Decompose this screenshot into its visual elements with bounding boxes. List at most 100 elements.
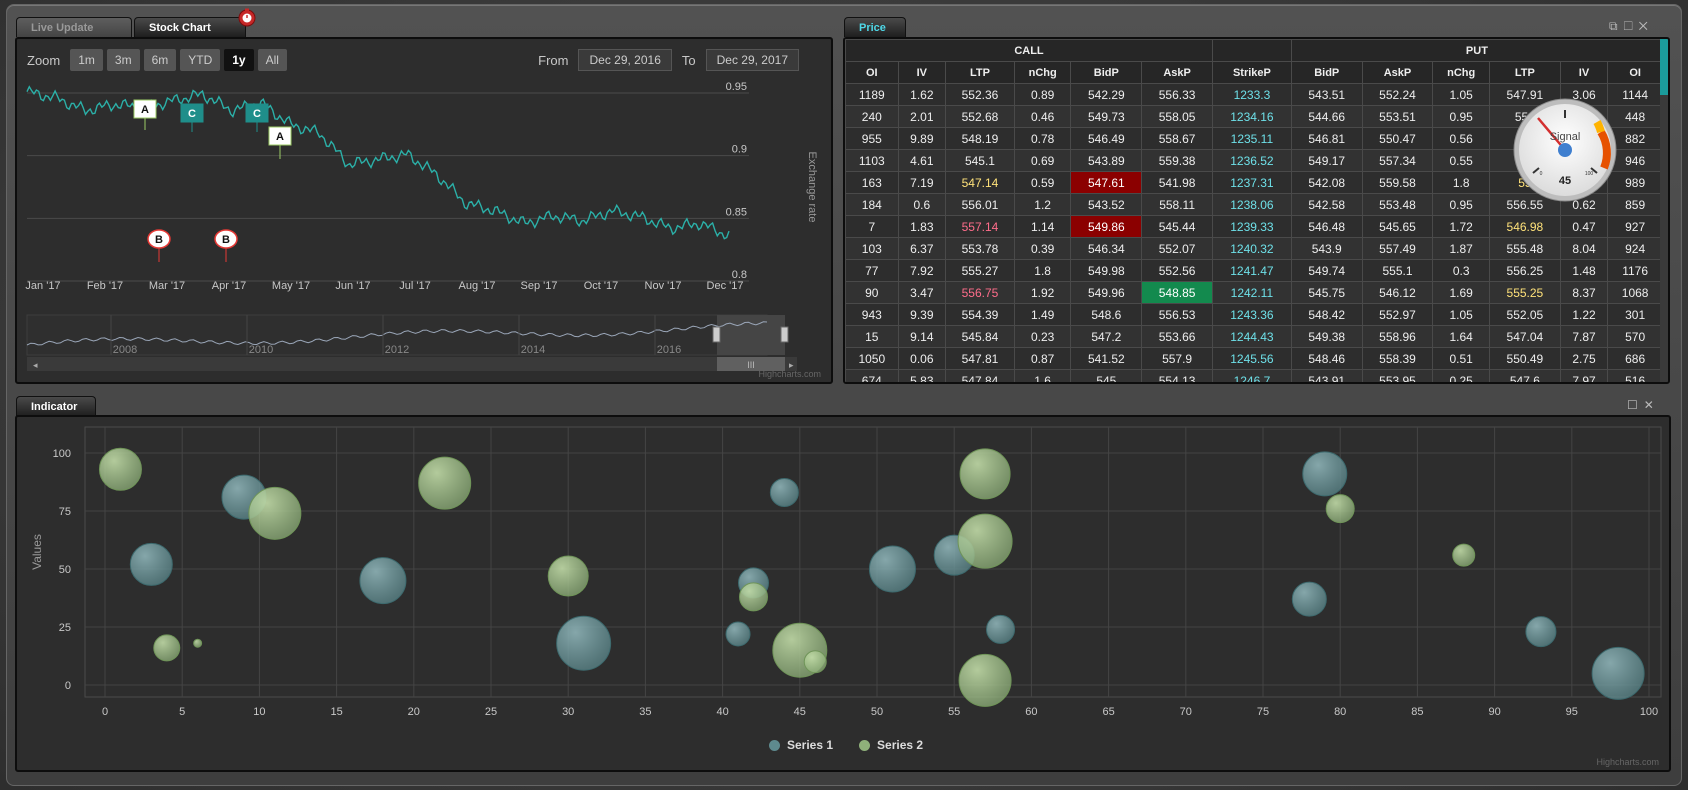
- scrollbar-thumb[interactable]: [1660, 39, 1668, 95]
- maximize-icon[interactable]: ☐: [1627, 398, 1644, 412]
- strike-cell[interactable]: 1241.47: [1211, 259, 1292, 282]
- navigator-handle-right[interactable]: [780, 326, 789, 343]
- scrollbar-track[interactable]: [27, 357, 797, 371]
- table-cell[interactable]: 547.14: [945, 171, 1015, 194]
- table-cell[interactable]: 550.47: [1361, 127, 1434, 150]
- table-cell[interactable]: 1.83: [897, 215, 947, 238]
- table-cell[interactable]: 558.11: [1141, 193, 1213, 216]
- table-cell[interactable]: 549.98: [1070, 259, 1143, 282]
- table-cell[interactable]: 8.37: [1559, 281, 1609, 304]
- table-cell[interactable]: 0.95: [1432, 193, 1490, 216]
- table-cell[interactable]: 9.89: [897, 127, 947, 150]
- table-cell[interactable]: 674: [845, 369, 899, 382]
- table-cell[interactable]: 7.97: [1559, 369, 1609, 382]
- navigator-handle-left[interactable]: [712, 326, 721, 343]
- table-cell[interactable]: 557.49: [1361, 237, 1434, 260]
- table-cell[interactable]: 1.87: [1432, 237, 1490, 260]
- column-header[interactable]: nChg: [1432, 61, 1490, 84]
- table-cell[interactable]: 545.44: [1141, 215, 1213, 238]
- strike-cell[interactable]: 1237.31: [1211, 171, 1292, 194]
- table-cell[interactable]: 0.78: [1013, 127, 1072, 150]
- table-cell[interactable]: 555.48: [1488, 237, 1561, 260]
- table-cell[interactable]: 0.25: [1432, 369, 1490, 382]
- table-cell[interactable]: 545: [1070, 369, 1143, 382]
- table-cell[interactable]: 15: [845, 325, 899, 348]
- table-cell[interactable]: 553.95: [1361, 369, 1434, 382]
- price-grid-scrollbar[interactable]: [1660, 39, 1668, 382]
- table-cell[interactable]: 0.39: [1013, 237, 1072, 260]
- bubble-point[interactable]: [193, 638, 203, 648]
- table-cell[interactable]: 3.47: [897, 281, 947, 304]
- table-cell[interactable]: 553.51: [1361, 105, 1434, 128]
- table-cell[interactable]: 1103: [845, 149, 899, 172]
- table-cell[interactable]: 541.98: [1141, 171, 1213, 194]
- table-cell[interactable]: 556.53: [1141, 303, 1213, 326]
- bubble-point[interactable]: [359, 557, 407, 605]
- table-cell[interactable]: 103: [845, 237, 899, 260]
- strike-cell[interactable]: 1238.06: [1211, 193, 1292, 216]
- table-cell[interactable]: 548.19: [945, 127, 1015, 150]
- table-cell[interactable]: 554.13: [1141, 369, 1213, 382]
- bubble-point[interactable]: [958, 653, 1012, 707]
- column-header[interactable]: AskP: [1141, 61, 1213, 84]
- column-header[interactable]: AskP: [1361, 61, 1434, 84]
- table-cell[interactable]: 545.1: [945, 149, 1015, 172]
- table-cell[interactable]: 552.36: [945, 83, 1015, 106]
- table-cell[interactable]: 1.14: [1013, 215, 1072, 238]
- table-cell[interactable]: 184: [845, 193, 899, 216]
- strike-cell[interactable]: 1245.56: [1211, 347, 1292, 370]
- strike-cell[interactable]: 1242.11: [1211, 281, 1292, 304]
- table-cell[interactable]: 549.38: [1290, 325, 1363, 348]
- tab-stock-chart[interactable]: Stock Chart✕: [134, 17, 246, 54]
- strike-cell[interactable]: 1234.16: [1211, 105, 1292, 128]
- table-cell[interactable]: 240: [845, 105, 899, 128]
- bubble-point[interactable]: [418, 456, 472, 510]
- bubble-point[interactable]: [803, 650, 827, 674]
- table-cell[interactable]: 558.96: [1361, 325, 1434, 348]
- table-cell[interactable]: 547.04: [1488, 325, 1561, 348]
- strike-cell[interactable]: 1244.43: [1211, 325, 1292, 348]
- maximize-icon[interactable]: ☐: [1624, 19, 1639, 33]
- table-cell[interactable]: 570: [1607, 325, 1663, 348]
- column-header[interactable]: BidP: [1070, 61, 1143, 84]
- table-cell[interactable]: 1.8: [1432, 171, 1490, 194]
- table-cell[interactable]: 163: [845, 171, 899, 194]
- table-cell[interactable]: 1.64: [1432, 325, 1490, 348]
- column-header[interactable]: BidP: [1290, 61, 1363, 84]
- table-cell[interactable]: 543.9: [1290, 237, 1363, 260]
- table-cell[interactable]: 556.01: [945, 193, 1015, 216]
- table-cell[interactable]: 0.51: [1432, 347, 1490, 370]
- table-cell[interactable]: 557.34: [1361, 149, 1434, 172]
- table-cell[interactable]: 6.37: [897, 237, 947, 260]
- table-cell[interactable]: 1068: [1607, 281, 1663, 304]
- table-cell[interactable]: 542.08: [1290, 171, 1363, 194]
- table-cell[interactable]: 548.42: [1290, 303, 1363, 326]
- table-cell[interactable]: 924: [1607, 237, 1663, 260]
- series-line[interactable]: [26, 85, 730, 240]
- table-cell[interactable]: 559.38: [1141, 149, 1213, 172]
- table-cell[interactable]: 549.96: [1070, 281, 1143, 304]
- table-cell[interactable]: 1050: [845, 347, 899, 370]
- table-cell[interactable]: 9.39: [897, 303, 947, 326]
- bubble-point[interactable]: [1325, 494, 1355, 524]
- bubble-point[interactable]: [556, 615, 612, 671]
- table-cell[interactable]: 0.55: [1432, 149, 1490, 172]
- table-cell[interactable]: 552.68: [945, 105, 1015, 128]
- bubble-point[interactable]: [1591, 646, 1645, 700]
- table-cell[interactable]: 516: [1607, 369, 1663, 382]
- table-cell[interactable]: 546.81: [1290, 127, 1363, 150]
- close-icon[interactable]: ✕: [1639, 19, 1654, 33]
- column-header[interactable]: OI: [1607, 61, 1663, 84]
- flag-a[interactable]: A: [133, 99, 157, 130]
- table-cell[interactable]: 544.66: [1290, 105, 1363, 128]
- strike-cell[interactable]: 1246.7: [1211, 369, 1292, 382]
- restore-icon[interactable]: ⧉: [1609, 19, 1624, 33]
- table-cell[interactable]: 0.46: [1013, 105, 1072, 128]
- table-cell[interactable]: 557.9: [1141, 347, 1213, 370]
- column-header[interactable]: OI: [845, 61, 899, 84]
- bubble-point[interactable]: [725, 621, 751, 647]
- bubble-point[interactable]: [1302, 451, 1348, 497]
- column-header[interactable]: LTP: [945, 61, 1015, 84]
- tab-price[interactable]: Price: [844, 17, 906, 37]
- table-cell[interactable]: 555.1: [1361, 259, 1434, 282]
